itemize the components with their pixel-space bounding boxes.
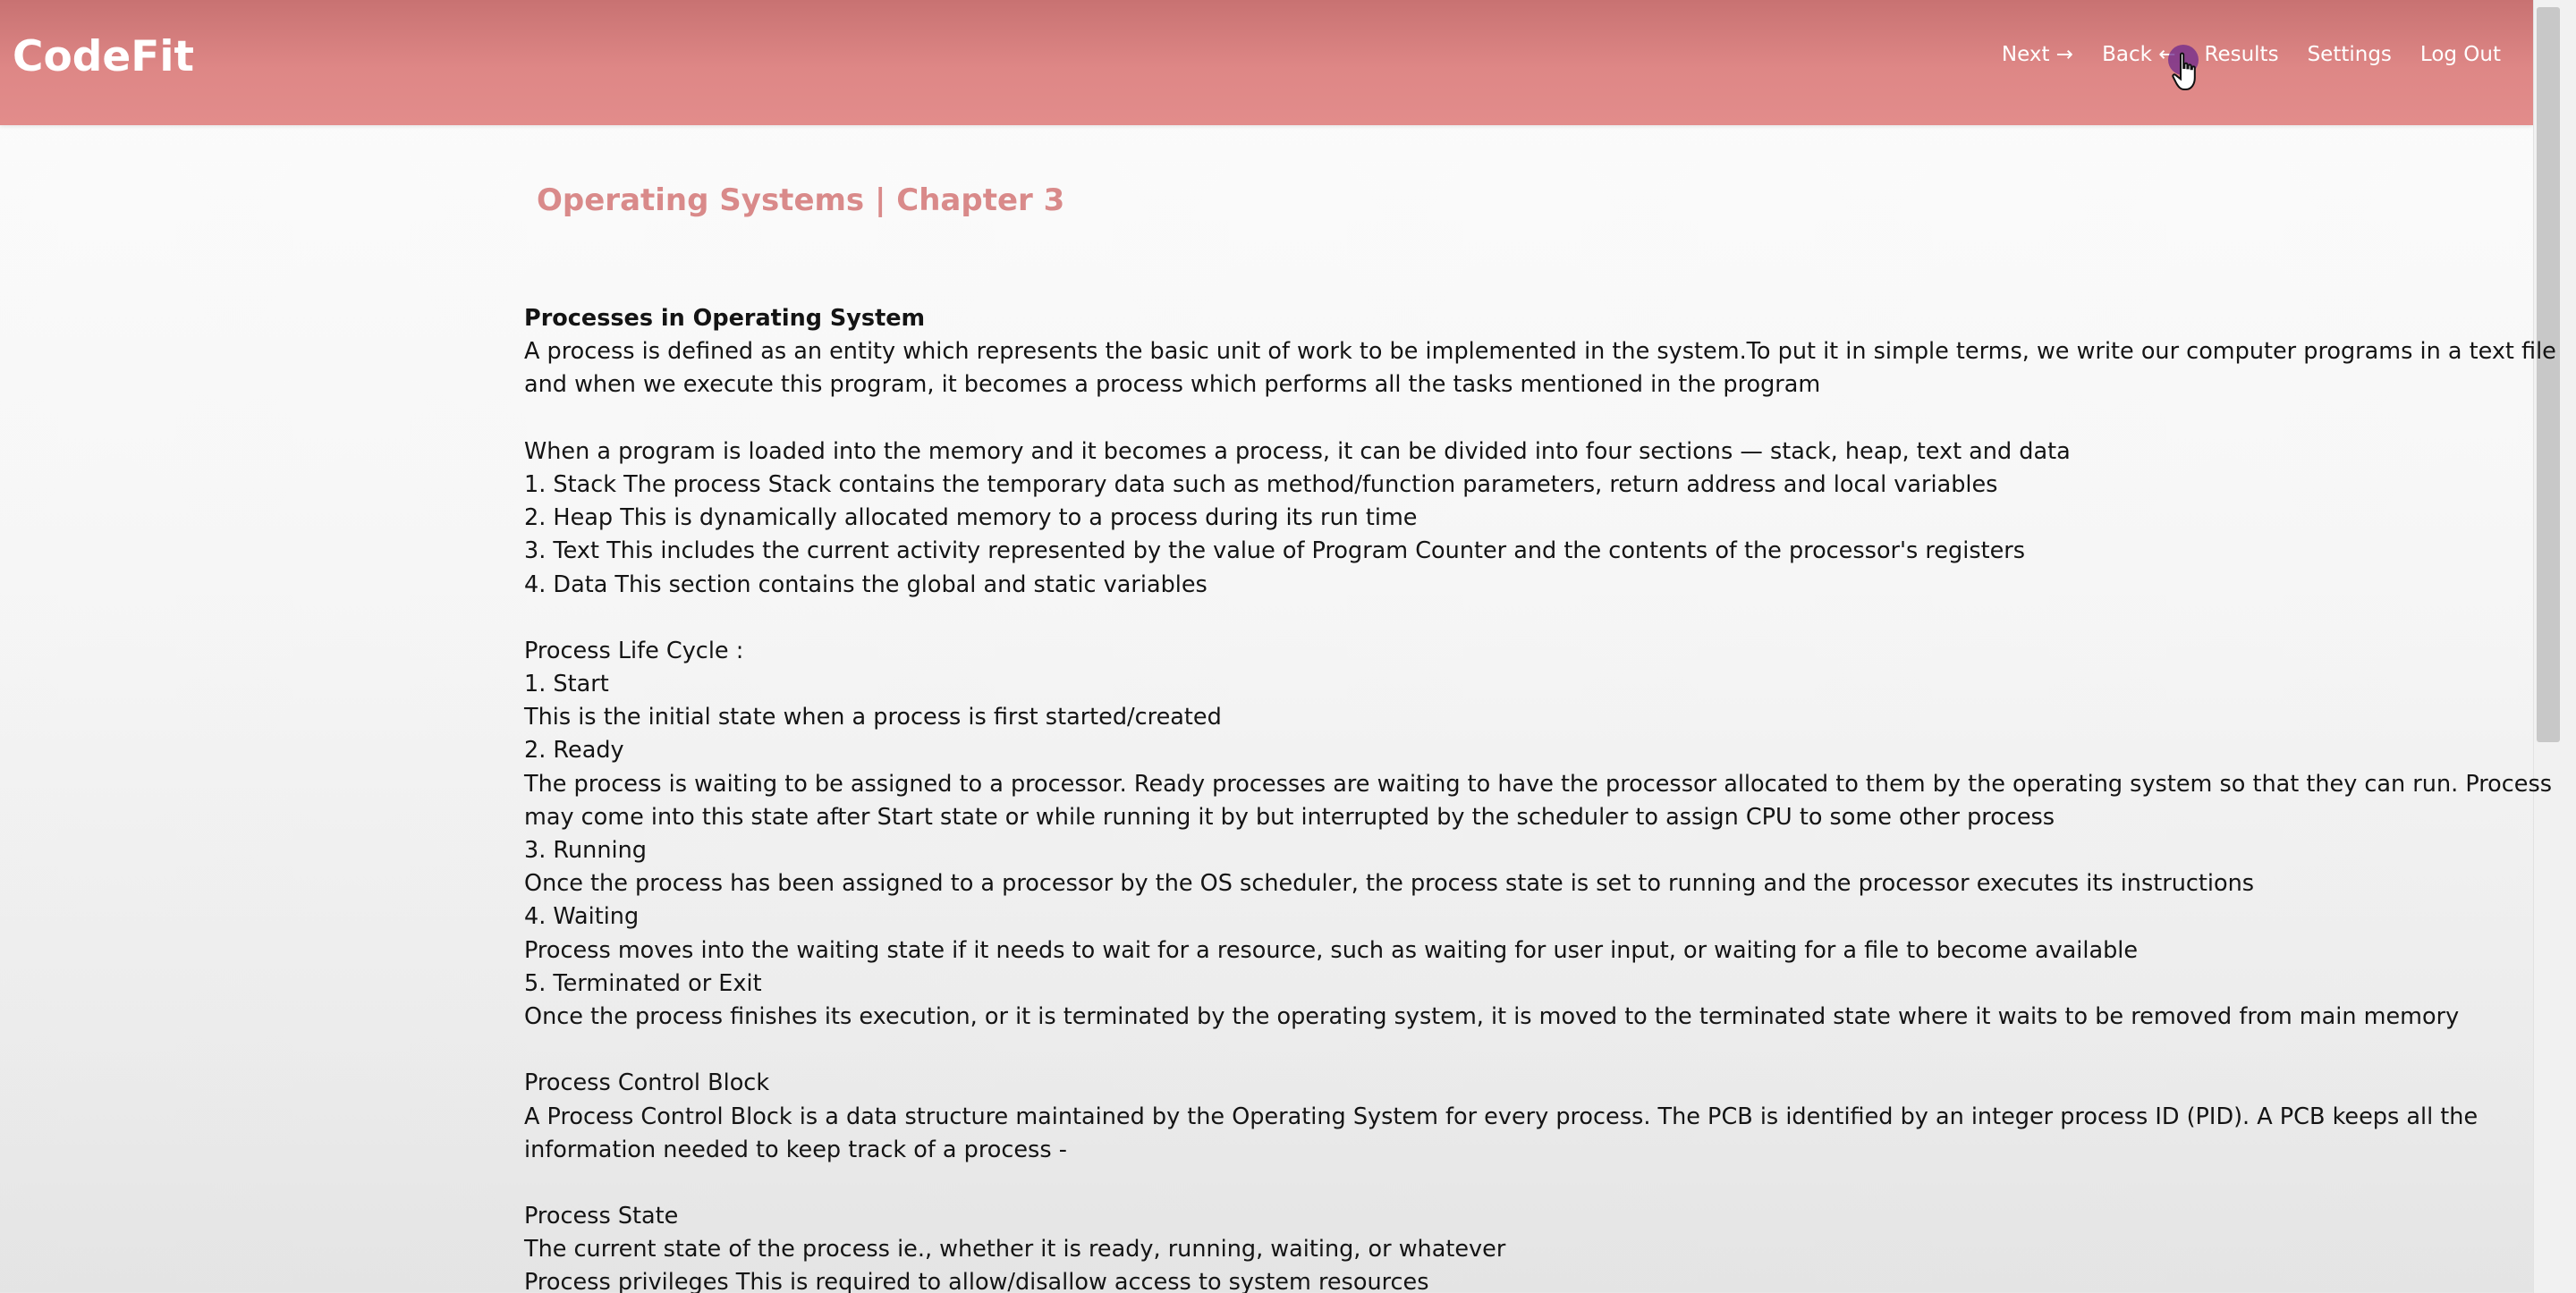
- nav-links: Next → Back ← Results Settings Log Out: [2002, 43, 2501, 66]
- content-line: Process State: [524, 1203, 679, 1230]
- content-line: 1. Start: [524, 671, 609, 698]
- content-line: 3. Running: [524, 837, 647, 864]
- content-line: may come into this state after Start sta…: [524, 803, 2055, 831]
- content-line: The process is waiting to be assigned to…: [524, 770, 2553, 798]
- content-line: 2. Ready: [524, 737, 624, 765]
- page-title: Operating Systems | Chapter 3: [537, 182, 1065, 218]
- chapter-content: Processes in Operating System A process …: [524, 302, 2556, 1293]
- content-line: Process privileges This is required to a…: [524, 1269, 1429, 1293]
- section-heading: Processes in Operating System: [524, 305, 926, 332]
- content-line: Once the process finishes its execution,…: [524, 1002, 2460, 1030]
- content-line: 1. Stack The process Stack contains the …: [524, 470, 1998, 498]
- content-line: When a program is loaded into the memory…: [524, 437, 2071, 465]
- content-line: Once the process has been assigned to a …: [524, 870, 2255, 898]
- scrollbar-thumb[interactable]: [2537, 7, 2560, 742]
- brand-logo[interactable]: CodeFit: [13, 32, 194, 81]
- results-link[interactable]: Results: [2205, 43, 2279, 66]
- back-link[interactable]: Back ←: [2102, 43, 2175, 66]
- hand-cursor-icon: [2172, 52, 2196, 90]
- content-line: A process is defined as an entity which …: [524, 338, 2556, 366]
- content-line: Process Control Block: [524, 1069, 770, 1097]
- content-line: information needed to keep track of a pr…: [524, 1136, 1067, 1163]
- settings-link[interactable]: Settings: [2308, 43, 2392, 66]
- content-line: 4. Waiting: [524, 903, 640, 931]
- content-line: Process Life Cycle :: [524, 637, 744, 664]
- content-line: 3. Text This includes the current activi…: [524, 537, 2026, 565]
- top-navbar: CodeFit Next → Back ← Results Settings L…: [0, 0, 2533, 125]
- content-line: This is the initial state when a process…: [524, 704, 1222, 731]
- content-line: A Process Control Block is a data struct…: [524, 1103, 2479, 1130]
- logout-link[interactable]: Log Out: [2420, 43, 2501, 66]
- content-line: 5. Terminated or Exit: [524, 969, 762, 997]
- content-line: 2. Heap This is dynamically allocated me…: [524, 504, 1418, 532]
- content-line: Process moves into the waiting state if …: [524, 936, 2139, 964]
- next-link[interactable]: Next →: [2002, 43, 2073, 66]
- content-line: The current state of the process ie., wh…: [524, 1236, 1506, 1263]
- content-line: and when we execute this program, it bec…: [524, 371, 1821, 399]
- content-line: 4. Data This section contains the global…: [524, 570, 1208, 598]
